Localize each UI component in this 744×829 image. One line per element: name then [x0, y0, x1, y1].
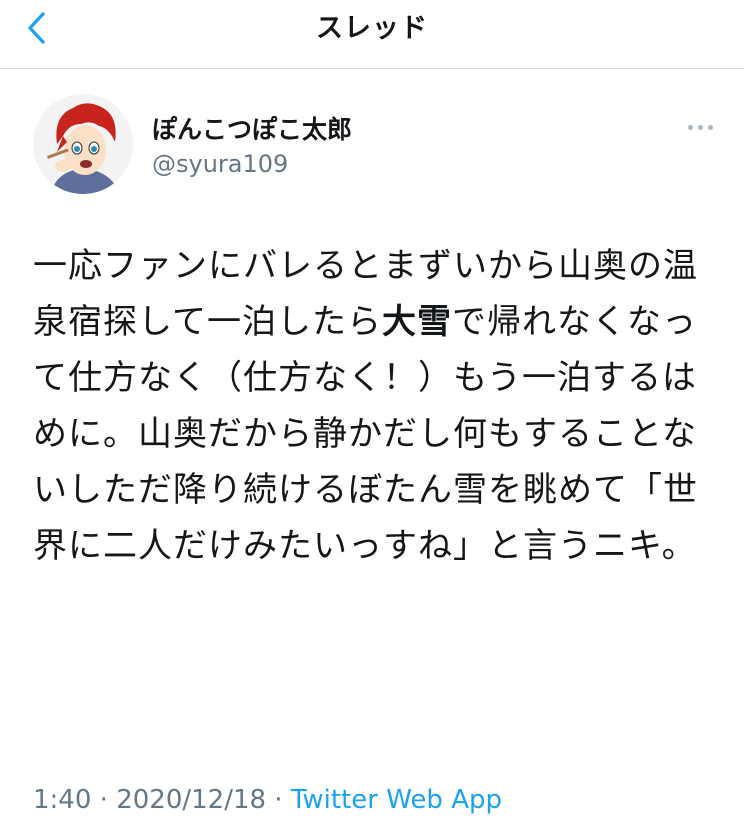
meta-separator: ·	[91, 785, 117, 815]
more-options-button[interactable]	[678, 112, 722, 142]
avatar[interactable]	[33, 94, 133, 194]
top-nav-bar: スレッド	[0, 0, 744, 69]
more-dot	[697, 124, 703, 130]
more-dot	[687, 124, 693, 130]
tweet-text: 一応ファンにバレるとまずいから山奥の温泉宿探して一泊したら大雪で帰れなくなって仕…	[33, 238, 713, 574]
tweet-time[interactable]: 1:40	[33, 785, 91, 815]
author-display-name[interactable]: ぽんこつぽこ太郎	[152, 110, 352, 146]
more-dot	[707, 124, 713, 130]
author-handle[interactable]: @syura109	[152, 150, 288, 178]
tweet-date[interactable]: 2020/12/18	[116, 785, 266, 815]
tweet-meta: 1:40 · 2020/12/18 · Twitter Web App	[33, 785, 502, 815]
tweet-text-bold: 大雪	[381, 302, 452, 342]
avatar-illustration	[33, 94, 133, 194]
tweet-source-link[interactable]: Twitter Web App	[291, 785, 502, 815]
meta-separator: ·	[266, 785, 291, 815]
page-title: スレッド	[316, 13, 428, 44]
